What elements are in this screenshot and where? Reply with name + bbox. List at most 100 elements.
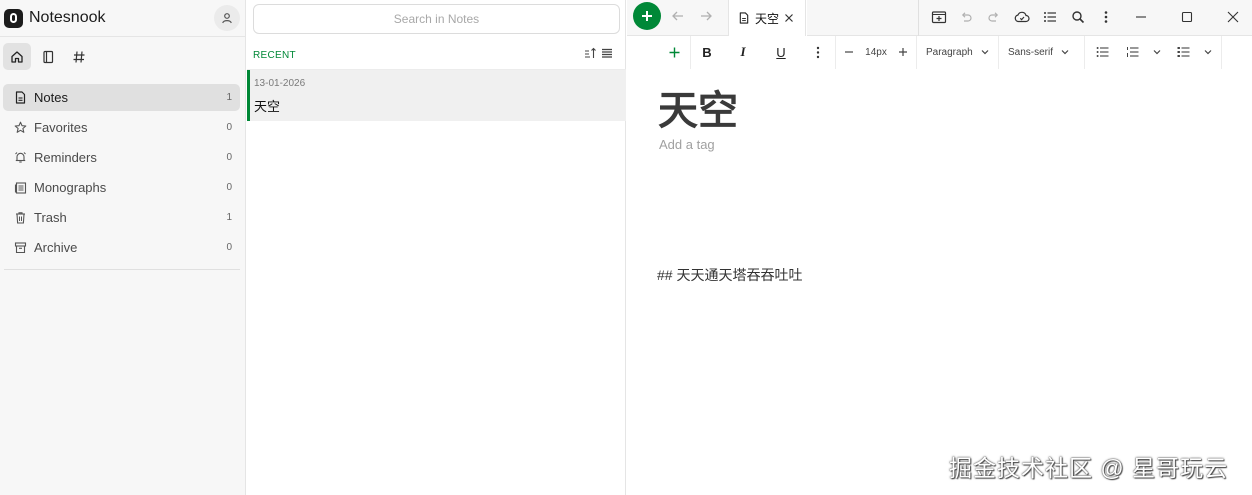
undo-button[interactable] — [957, 8, 975, 26]
font-size-value: 14px — [865, 46, 887, 58]
chevron-down-icon — [1204, 50, 1212, 55]
checklist-button[interactable] — [1175, 43, 1191, 61]
close-window-button[interactable] — [1224, 8, 1242, 26]
arrow-left-icon — [672, 11, 683, 21]
add-tag-input[interactable]: Add a tag — [659, 137, 715, 152]
group-header-recent: RECENT — [253, 50, 296, 61]
note-title-input[interactable]: 天空 — [658, 78, 738, 136]
chevron-down-icon — [981, 50, 989, 55]
toolbar-separator — [835, 36, 836, 69]
archive-icon — [13, 241, 27, 255]
close-icon — [1227, 11, 1239, 23]
note-body[interactable]: ## 天天通天塔吞吞吐吐 — [657, 265, 802, 285]
notesnook-logo-icon — [4, 8, 23, 28]
app-name: Notesnook — [29, 9, 106, 26]
minus-icon — [845, 51, 853, 53]
list-header-actions — [584, 47, 613, 59]
notebook-icon — [43, 50, 54, 63]
sidebar-item-notes[interactable]: Notes 1 — [3, 84, 240, 111]
bell-icon — [13, 151, 27, 165]
editor-area[interactable]: 天空 Add a tag ## 天天通天塔吞吞吐吐 掘金技术社区 @ 星哥玩云 — [627, 69, 1252, 495]
notebooks-button[interactable] — [34, 43, 62, 70]
monograph-icon — [13, 181, 27, 195]
tags-button[interactable] — [65, 43, 93, 70]
close-icon — [785, 14, 793, 22]
increase-font-size-button[interactable] — [895, 43, 911, 61]
underline-icon: U — [776, 44, 786, 60]
tab-note[interactable]: 天空 — [728, 0, 806, 36]
checklist-icon — [1177, 47, 1189, 57]
sidebar-item-trash[interactable]: Trash 1 — [3, 204, 240, 231]
format-toolbar: B I U 14px Paragraph Sans-serif — [627, 36, 1252, 69]
more-formatting-button[interactable] — [810, 43, 826, 61]
sidebar-item-archive[interactable]: Archive 0 — [3, 234, 240, 261]
search-icon — [1072, 11, 1085, 24]
ordered-list-button[interactable] — [1124, 43, 1140, 61]
font-size-display: 14px — [861, 43, 891, 61]
sidebar-divider — [0, 36, 246, 37]
back-button[interactable] — [670, 8, 686, 24]
font-family-dropdown[interactable]: Sans-serif — [1008, 43, 1076, 61]
sidebar-item-count: 1 — [226, 92, 232, 103]
italic-icon: I — [740, 44, 746, 59]
sidebar-item-label: Notes — [34, 90, 68, 105]
bullet-list-icon — [1096, 47, 1108, 57]
forward-button[interactable] — [698, 8, 714, 24]
ordered-list-options-button[interactable] — [1149, 43, 1165, 61]
save-to-notebook-button[interactable] — [930, 8, 948, 26]
search-button[interactable] — [1069, 8, 1087, 26]
sidebar-item-label: Reminders — [34, 150, 97, 165]
brand: Notesnook — [4, 6, 106, 30]
topbar-separator — [918, 0, 919, 36]
undo-icon — [961, 12, 972, 22]
star-icon — [13, 121, 27, 135]
ordered-list-icon — [1126, 47, 1138, 57]
redo-icon — [988, 12, 999, 22]
list-view-icon — [602, 48, 612, 58]
sync-button[interactable] — [1013, 8, 1031, 26]
sidebar-item-count: 0 — [226, 242, 232, 253]
bold-icon: B — [702, 44, 712, 60]
note-icon — [739, 12, 749, 24]
sort-icon — [585, 47, 596, 58]
more-options-button[interactable] — [1097, 8, 1115, 26]
minimize-window-button[interactable] — [1132, 8, 1150, 26]
sidebar-item-label: Archive — [34, 240, 78, 255]
bold-button[interactable]: B — [699, 43, 715, 61]
minimize-icon — [1136, 16, 1146, 18]
sidebar-item-count: 1 — [226, 212, 232, 223]
sort-button[interactable] — [584, 47, 597, 59]
sidebar-item-favorites[interactable]: Favorites 0 — [3, 114, 240, 141]
table-of-contents-button[interactable] — [1041, 8, 1059, 26]
redo-button[interactable] — [985, 8, 1003, 26]
toolbar-separator — [916, 36, 917, 69]
sidebar-item-monographs[interactable]: Monographs 0 — [3, 174, 240, 201]
user-icon — [222, 13, 232, 24]
decrease-font-size-button[interactable] — [841, 43, 857, 61]
sidebar-item-count: 0 — [226, 182, 232, 193]
sidebar-item-count: 0 — [226, 152, 232, 163]
bullet-list-button[interactable] — [1094, 43, 1110, 61]
italic-button[interactable]: I — [735, 43, 751, 61]
list-options-button[interactable] — [1200, 43, 1216, 61]
maximize-window-button[interactable] — [1178, 8, 1196, 26]
toolbar-separator — [1084, 36, 1085, 69]
insert-button[interactable] — [666, 43, 682, 61]
block-type-dropdown[interactable]: Paragraph — [926, 43, 994, 61]
list-item[interactable]: 13-01-2026 天空 — [247, 70, 626, 121]
profile-button[interactable] — [214, 5, 240, 31]
cloud-sync-icon — [1014, 11, 1030, 23]
new-note-button[interactable] — [633, 2, 661, 30]
search-input[interactable]: Search in Notes — [253, 4, 620, 34]
arrow-right-icon — [701, 11, 712, 21]
block-type-value: Paragraph — [926, 46, 973, 58]
trash-icon — [13, 211, 27, 225]
home-button[interactable] — [3, 43, 31, 70]
underline-button[interactable]: U — [773, 43, 789, 61]
chevron-down-icon — [1153, 50, 1161, 55]
folder-add-icon — [931, 11, 947, 24]
plus-icon — [642, 11, 652, 21]
tab-close-button[interactable] — [784, 13, 794, 23]
view-mode-button[interactable] — [601, 47, 613, 59]
sidebar-item-reminders[interactable]: Reminders 0 — [3, 144, 240, 171]
